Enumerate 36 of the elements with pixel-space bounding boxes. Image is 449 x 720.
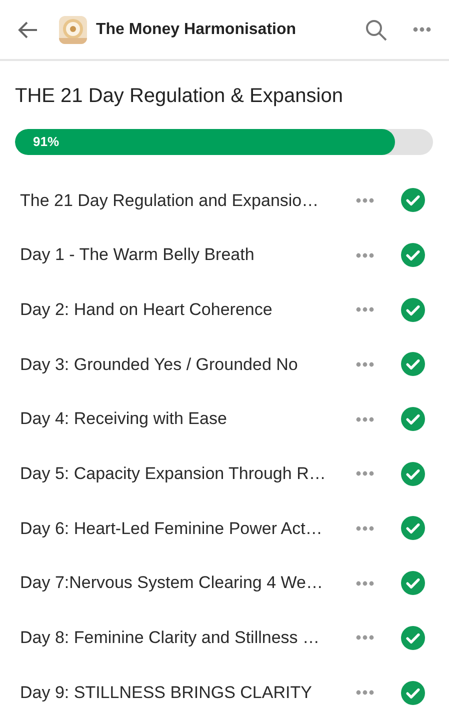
check-circle-icon[interactable] bbox=[401, 188, 425, 212]
more-icon[interactable] bbox=[356, 690, 374, 696]
lesson-title[interactable]: Day 2: Hand on Heart Coherence bbox=[20, 296, 350, 322]
search-icon[interactable] bbox=[365, 18, 387, 40]
more-icon[interactable] bbox=[413, 27, 431, 32]
lesson-title[interactable]: Day 4: Receiving with Ease bbox=[20, 406, 350, 432]
more-icon[interactable] bbox=[356, 198, 374, 203]
lesson-title[interactable]: Day 1 - The Warm Belly Breath bbox=[20, 242, 350, 268]
more-icon[interactable] bbox=[356, 635, 374, 640]
check-circle-icon[interactable] bbox=[401, 462, 425, 486]
check-circle-icon[interactable] bbox=[401, 352, 425, 376]
check-circle-icon[interactable] bbox=[401, 298, 425, 322]
more-icon[interactable] bbox=[356, 416, 374, 422]
course-title: The Money Harmonisation bbox=[96, 20, 296, 40]
check-circle-icon[interactable] bbox=[401, 626, 425, 650]
more-icon[interactable] bbox=[356, 362, 374, 367]
lesson-title[interactable]: Day 6: Heart-Led Feminine Power Act… bbox=[20, 516, 350, 542]
lesson-title[interactable]: Day 8: Feminine Clarity and Stillness … bbox=[20, 625, 350, 651]
more-icon[interactable] bbox=[356, 307, 374, 312]
check-circle-icon[interactable] bbox=[401, 680, 425, 705]
more-icon[interactable] bbox=[356, 580, 374, 586]
more-icon[interactable] bbox=[356, 252, 374, 258]
lesson-title[interactable]: Day 9: STILLNESS BRINGS CLARITY bbox=[20, 680, 350, 706]
lesson-title[interactable]: Day 3: Grounded Yes / Grounded No bbox=[20, 352, 350, 378]
check-circle-icon[interactable] bbox=[401, 243, 425, 268]
check-circle-icon[interactable] bbox=[401, 571, 425, 596]
more-icon[interactable] bbox=[356, 471, 374, 476]
progress-label: 91% bbox=[33, 133, 60, 152]
check-circle-icon[interactable] bbox=[401, 407, 425, 432]
check-circle-icon[interactable] bbox=[401, 516, 425, 540]
more-icon[interactable] bbox=[356, 526, 374, 531]
section-title: THE 21 Day Regulation & Expansion bbox=[15, 84, 344, 109]
lesson-title[interactable]: The 21 Day Regulation and Expansio… bbox=[20, 188, 350, 214]
back-arrow-icon[interactable] bbox=[18, 20, 38, 38]
lesson-title[interactable]: Day 5: Capacity Expansion Through R… bbox=[20, 461, 350, 487]
lesson-title[interactable]: Day 7:Nervous System Clearing 4 We… bbox=[20, 570, 350, 596]
